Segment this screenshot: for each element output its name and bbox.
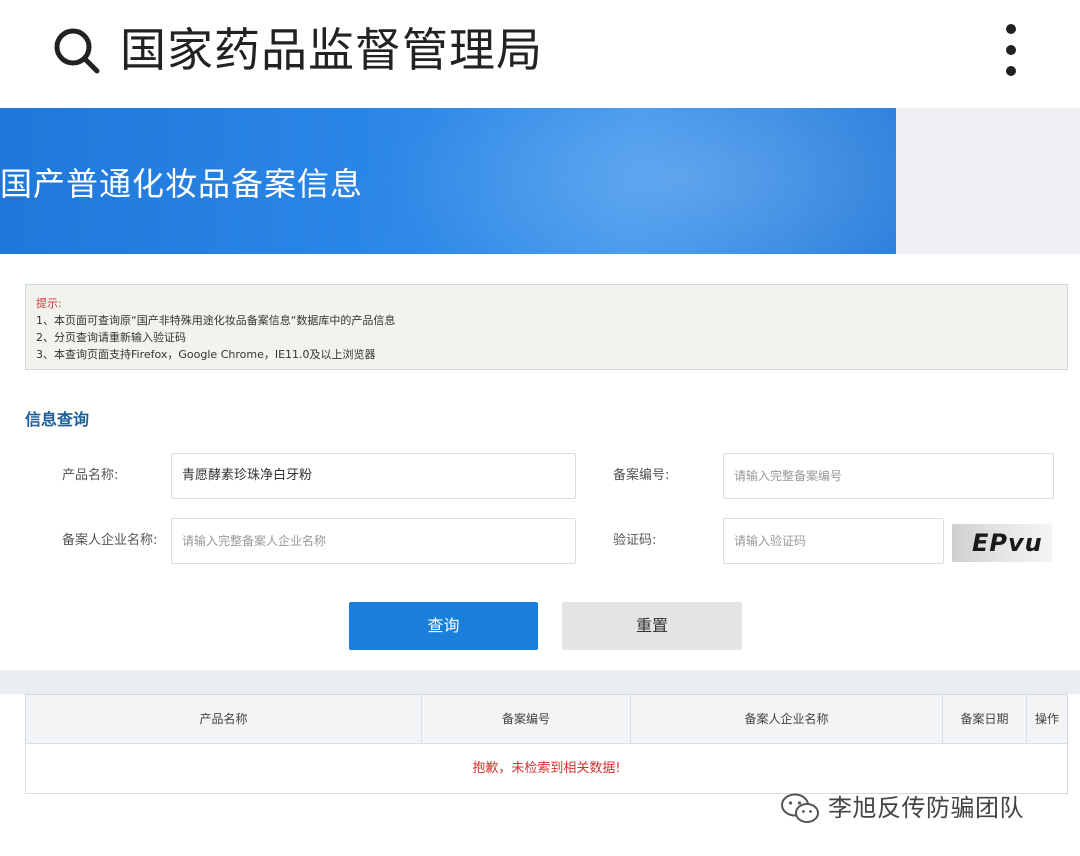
app-title: 国家药品监督管理局 bbox=[120, 23, 543, 77]
section-title: 信息查询 bbox=[25, 410, 90, 429]
notice-line: 1、本页面可查询原“国产非特殊用途化妆品备案信息“数据库中的产品信息 bbox=[36, 314, 396, 327]
app-bar: 国家药品监督管理局 bbox=[0, 0, 1080, 104]
more-options-icon[interactable] bbox=[1000, 22, 1024, 78]
captcha-input[interactable]: 请输入验证码 bbox=[723, 518, 944, 564]
column-header-actions: 操作 bbox=[1034, 712, 1059, 726]
table-header: 产品名称 备案编号 备案人企业名称 备案日期 操作 bbox=[26, 695, 1067, 744]
captcha-image[interactable]: EPvu bbox=[952, 524, 1052, 562]
banner: 国产普通化妆品备案信息 bbox=[0, 108, 896, 254]
column-header-company: 备案人企业名称 bbox=[631, 695, 943, 744]
main-content: 提示: 1、本页面可查询原“国产非特殊用途化妆品备案信息“数据库中的产品信息 2… bbox=[0, 254, 1080, 670]
results-table: 产品名称 备案编号 备案人企业名称 备案日期 操作 抱歉，未检索到相关数据! bbox=[25, 694, 1068, 794]
notice-line: 3、本查询页面支持Firefox，Google Chrome，IE11.0及以上… bbox=[36, 348, 376, 361]
record-no-label: 备案编号: bbox=[613, 468, 670, 483]
empty-result-message: 抱歉，未检索到相关数据! bbox=[472, 761, 621, 776]
search-icon[interactable] bbox=[52, 26, 100, 74]
reset-button[interactable]: 重置 bbox=[562, 602, 742, 650]
company-name-label: 备案人企业名称: bbox=[62, 533, 158, 548]
product-name-input[interactable]: 青愿酵素珍珠净白牙粉 bbox=[171, 453, 576, 499]
notice-line: 2、分页查询请重新输入验证码 bbox=[36, 331, 186, 344]
notice-box: 提示: 1、本页面可查询原“国产非特殊用途化妆品备案信息“数据库中的产品信息 2… bbox=[25, 284, 1068, 370]
captcha-label: 验证码: bbox=[613, 533, 657, 548]
product-name-label: 产品名称: bbox=[62, 468, 119, 483]
record-no-input[interactable]: 请输入完整备案编号 bbox=[723, 453, 1054, 499]
watermark: 李旭反传防骗团队 bbox=[780, 790, 1024, 826]
column-header-product-name: 产品名称 bbox=[26, 695, 422, 744]
watermark-text: 李旭反传防骗团队 bbox=[828, 794, 1024, 822]
banner-title: 国产普通化妆品备案信息 bbox=[0, 165, 364, 203]
query-button[interactable]: 查询 bbox=[349, 602, 538, 650]
table-background bbox=[0, 670, 1080, 694]
column-header-record-no: 备案编号 bbox=[422, 695, 631, 744]
company-name-input[interactable]: 请输入完整备案人企业名称 bbox=[171, 518, 576, 564]
wechat-icon bbox=[781, 793, 819, 823]
notice-heading: 提示: bbox=[36, 297, 62, 310]
column-header-record-date: 备案日期 bbox=[943, 695, 1027, 744]
banner-area: 国产普通化妆品备案信息 bbox=[0, 108, 1080, 254]
